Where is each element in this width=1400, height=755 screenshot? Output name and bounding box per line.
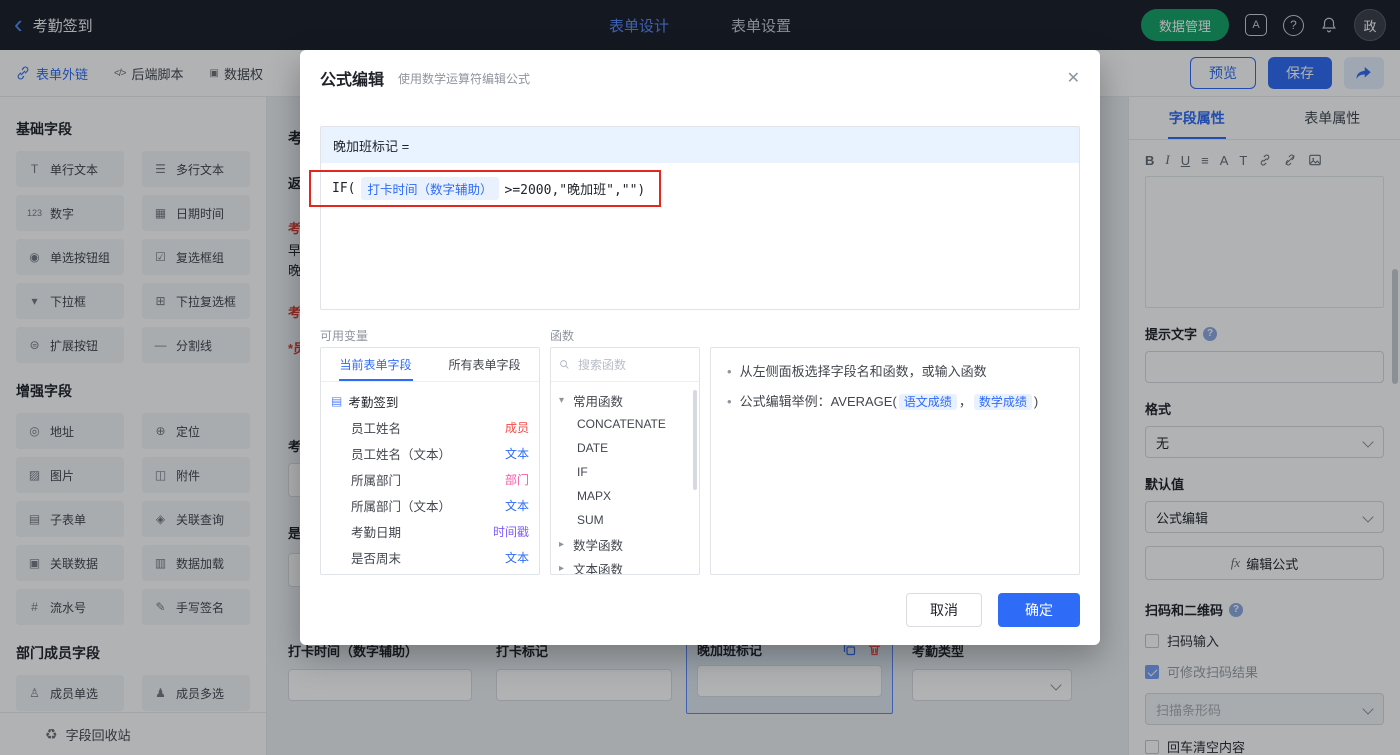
function-group-text[interactable]: ▸ 文本函数: [559, 556, 691, 575]
formula-rest-text: >=2000,"晚加班",""): [504, 183, 646, 198]
confirm-button[interactable]: 确定: [998, 593, 1080, 627]
formula-box: 晚加班标记 = IF( 打卡时间（数字辅助） >=2000,"晚加班",""): [309, 126, 1080, 310]
field-type-tag: 成员: [504, 420, 529, 435]
field-type-tag: 时间戳: [492, 524, 529, 539]
formula-editor-dialog: 公式编辑 使用数学运算符编辑公式 ✕ 晚加班标记 = IF( 打卡时间（数字辅助…: [300, 50, 1100, 645]
function-item-date[interactable]: DATE: [559, 436, 691, 460]
cancel-button[interactable]: 取消: [906, 593, 982, 627]
functions-section-label: 函数: [550, 329, 575, 343]
variable-item[interactable]: 考勤日期 时间戳: [331, 518, 529, 544]
function-item-sum[interactable]: SUM: [559, 508, 691, 532]
tab-all-form-fields[interactable]: 所有表单字段: [430, 348, 539, 381]
function-item-mapx[interactable]: MAPX: [559, 484, 691, 508]
variable-item[interactable]: 员工姓名 成员: [331, 414, 529, 440]
function-search[interactable]: [551, 348, 699, 382]
dialog-title: 公式编辑: [320, 72, 385, 89]
caret-down-icon: ▾: [559, 394, 565, 406]
functions-panel: ▾ 常用函数 CONCATENATE DATE IF MAPX SUM ▸ 数学…: [550, 347, 700, 575]
function-search-input[interactable]: [575, 356, 691, 373]
variable-item[interactable]: 所属部门（文本） 文本: [331, 492, 529, 518]
functions-scrollbar[interactable]: [693, 390, 697, 490]
function-group-common[interactable]: ▾ 常用函数: [559, 388, 691, 412]
formula-input-area[interactable]: IF( 打卡时间（数字辅助） >=2000,"晚加班",""): [309, 163, 1079, 309]
variable-item[interactable]: 所属部门 部门: [331, 466, 529, 492]
example-field-token: 数学成绩: [973, 394, 1032, 410]
variable-item[interactable]: 员工姓名（文本） 文本: [331, 440, 529, 466]
field-type-tag: 文本: [504, 550, 529, 565]
app-window: ‹ 考勤签到 表单设计 表单设置 数据管理 A ? 政 表单外链 </> 后端脚…: [0, 0, 1400, 755]
field-type-tag: 文本: [504, 498, 529, 513]
variables-panel: 当前表单字段 所有表单字段 ▤ 考勤签到 员工姓名 成员 员工姓名（文本） 文本 所…: [320, 347, 540, 575]
example-field-token: 语文成绩: [898, 394, 957, 410]
field-type-tag: 文本: [504, 446, 529, 461]
formula-field-token[interactable]: 打卡时间（数字辅助）: [361, 177, 499, 200]
close-icon[interactable]: ✕: [1067, 68, 1080, 88]
help-example: 公式编辑举例：AVERAGE(语文成绩，数学成绩): [739, 394, 1039, 410]
bullet-icon: •: [727, 394, 732, 409]
tab-current-form-fields[interactable]: 当前表单字段: [321, 348, 430, 381]
bullet-icon: •: [727, 364, 732, 379]
function-item-concatenate[interactable]: CONCATENATE: [559, 412, 691, 436]
caret-right-icon: ▸: [559, 538, 565, 550]
variables-form-node[interactable]: ▤ 考勤签到: [331, 388, 529, 414]
caret-right-icon: ▸: [559, 562, 565, 574]
document-icon: ▤: [331, 394, 343, 408]
search-icon: [560, 360, 569, 369]
red-highlight-annotation: IF( 打卡时间（数字辅助） >=2000,"晚加班",""): [309, 170, 662, 207]
formula-target-bar: 晚加班标记 =: [321, 127, 1079, 163]
variables-section-label: 可用变量: [320, 329, 369, 343]
variable-item[interactable]: 是否周末 文本: [331, 544, 529, 570]
function-group-math[interactable]: ▸ 数学函数: [559, 532, 691, 556]
function-item-if[interactable]: IF: [559, 460, 691, 484]
field-type-tag: 部门: [504, 472, 529, 487]
formula-function-text: IF(: [332, 181, 356, 196]
dialog-subtitle: 使用数学运算符编辑公式: [398, 71, 531, 86]
formula-help-panel: • 从左侧面板选择字段名和函数，或输入函数 • 公式编辑举例：AVERAGE(语…: [710, 347, 1080, 575]
help-line: 从左侧面板选择字段名和函数，或输入函数: [739, 364, 987, 379]
